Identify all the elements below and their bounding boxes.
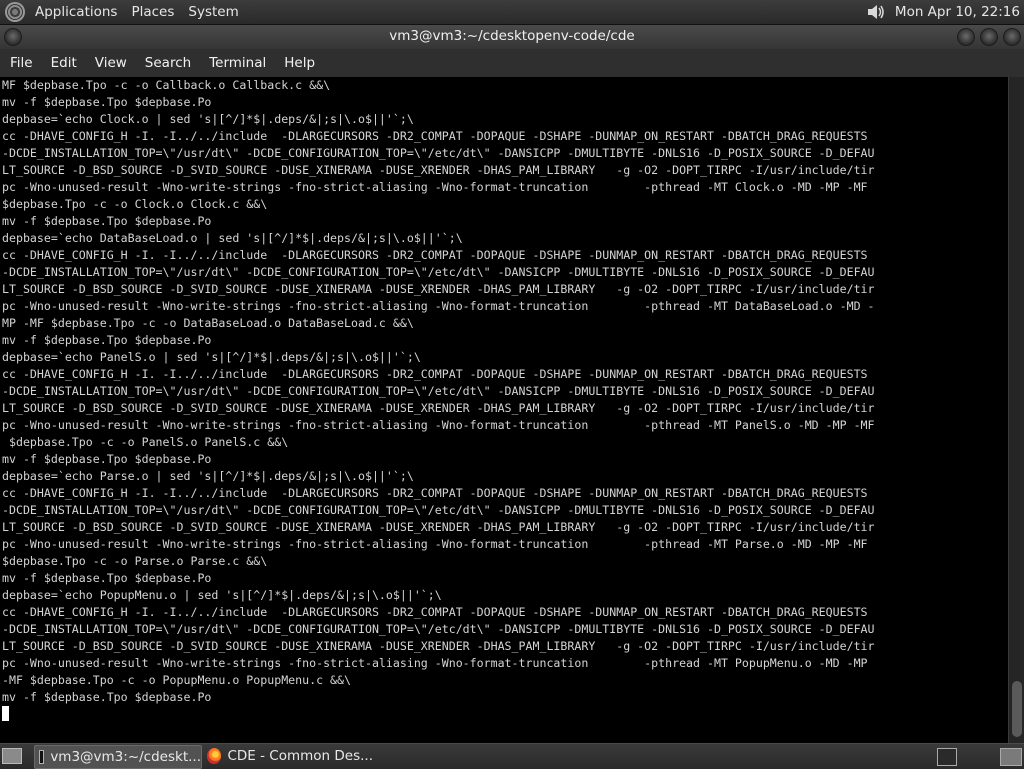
task-firefox-label: CDE - Common Des... bbox=[227, 748, 373, 764]
terminal-icon bbox=[39, 750, 45, 764]
terminal-line: depbase=`echo Parse.o | sed 's|[^/]*$|.d… bbox=[2, 469, 414, 483]
workspace-switcher[interactable] bbox=[1000, 748, 1022, 766]
terminal-line: pc -Wno-unused-result -Wno-write-strings… bbox=[2, 656, 868, 670]
menu-help[interactable]: Help bbox=[275, 55, 324, 71]
terminal-line: -DCDE_INSTALLATION_TOP=\"/usr/dt\" -DCDE… bbox=[2, 384, 875, 398]
terminal-line: depbase=`echo PanelS.o | sed 's|[^/]*$|.… bbox=[2, 350, 421, 364]
bottom-panel: vm3@vm3:~/cdeskt... CDE - Common Des... bbox=[0, 743, 1024, 769]
terminal-prompt-line bbox=[2, 706, 1008, 724]
maximize-button[interactable] bbox=[980, 28, 998, 46]
terminal-line: cc -DHAVE_CONFIG_H -I. -I../../include -… bbox=[2, 248, 868, 262]
scrollbar-thumb[interactable] bbox=[1012, 681, 1022, 737]
terminal-text: MF $depbase.Tpo -c -o Callback.o Callbac… bbox=[0, 77, 1008, 724]
terminal-line: cc -DHAVE_CONFIG_H -I. -I../../include -… bbox=[2, 129, 868, 143]
terminal-line: MF $depbase.Tpo -c -o Callback.o Callbac… bbox=[2, 78, 331, 92]
terminal-line: $depbase.Tpo -c -o PanelS.o PanelS.c &&\ bbox=[2, 435, 289, 449]
terminal-line: -MF $depbase.Tpo -c -o PopupMenu.o Popup… bbox=[2, 673, 352, 687]
menu-view[interactable]: View bbox=[86, 55, 136, 71]
terminal-output-area[interactable]: MF $depbase.Tpo -c -o Callback.o Callbac… bbox=[0, 77, 1008, 743]
terminal-window: vm3@vm3:~/cdesktopenv-code/cde File Edit… bbox=[0, 25, 1024, 743]
terminal-line: mv -f $depbase.Tpo $depbase.Po bbox=[2, 333, 212, 347]
text-cursor bbox=[2, 706, 9, 721]
top-panel: Applications Places System Mon Apr 10, 2… bbox=[0, 0, 1024, 25]
places-menu[interactable]: Places bbox=[125, 4, 182, 20]
terminal-line: LT_SOURCE -D_BSD_SOURCE -D_SVID_SOURCE -… bbox=[2, 639, 875, 653]
terminal-line: cc -DHAVE_CONFIG_H -I. -I../../include -… bbox=[2, 605, 868, 619]
terminal-line: depbase=`echo PopupMenu.o | sed 's|[^/]*… bbox=[2, 588, 442, 602]
task-terminal[interactable]: vm3@vm3:~/cdeskt... bbox=[34, 745, 202, 769]
volume-icon[interactable] bbox=[865, 2, 889, 22]
terminal-line: mv -f $depbase.Tpo $depbase.Po bbox=[2, 571, 212, 585]
window-title: vm3@vm3:~/cdesktopenv-code/cde bbox=[389, 28, 635, 44]
menu-terminal[interactable]: Terminal bbox=[200, 55, 275, 71]
terminal-line: pc -Wno-unused-result -Wno-write-strings… bbox=[2, 418, 875, 432]
terminal-line: LT_SOURCE -D_BSD_SOURCE -D_SVID_SOURCE -… bbox=[2, 520, 875, 534]
terminal-line: depbase=`echo DataBaseLoad.o | sed 's|[^… bbox=[2, 231, 463, 245]
panel-clock[interactable]: Mon Apr 10, 22:16 bbox=[895, 4, 1020, 20]
terminal-line: pc -Wno-unused-result -Wno-write-strings… bbox=[2, 299, 875, 313]
terminal-line: -DCDE_INSTALLATION_TOP=\"/usr/dt\" -DCDE… bbox=[2, 146, 875, 160]
applications-menu[interactable]: Applications bbox=[29, 4, 125, 20]
task-terminal-label: vm3@vm3:~/cdeskt... bbox=[50, 749, 201, 765]
window-titlebar[interactable]: vm3@vm3:~/cdesktopenv-code/cde bbox=[0, 25, 1024, 49]
terminal-line: LT_SOURCE -D_BSD_SOURCE -D_SVID_SOURCE -… bbox=[2, 282, 875, 296]
gnome-foot-logo-icon[interactable] bbox=[5, 2, 25, 22]
terminal-line: mv -f $depbase.Tpo $depbase.Po bbox=[2, 452, 212, 466]
terminal-line: pc -Wno-unused-result -Wno-write-strings… bbox=[2, 180, 868, 194]
terminal-line: mv -f $depbase.Tpo $depbase.Po bbox=[2, 690, 212, 704]
menu-edit[interactable]: Edit bbox=[42, 55, 86, 71]
minimize-button[interactable] bbox=[957, 28, 975, 46]
terminal-line: -DCDE_INSTALLATION_TOP=\"/usr/dt\" -DCDE… bbox=[2, 503, 875, 517]
terminal-line: $depbase.Tpo -c -o Parse.o Parse.c &&\ bbox=[2, 554, 268, 568]
menu-file[interactable]: File bbox=[0, 55, 42, 71]
terminal-line: LT_SOURCE -D_BSD_SOURCE -D_SVID_SOURCE -… bbox=[2, 401, 875, 415]
tray-window-icon[interactable] bbox=[937, 748, 957, 766]
terminal-line: mv -f $depbase.Tpo $depbase.Po bbox=[2, 214, 212, 228]
terminal-line: MP -MF $depbase.Tpo -c -o DataBaseLoad.o… bbox=[2, 316, 414, 330]
system-menu[interactable]: System bbox=[182, 4, 246, 20]
menu-search[interactable]: Search bbox=[136, 55, 200, 71]
close-button[interactable] bbox=[1003, 28, 1021, 46]
terminal-line: $depbase.Tpo -c -o Clock.o Clock.c &&\ bbox=[2, 197, 268, 211]
show-desktop-icon[interactable] bbox=[2, 748, 22, 764]
terminal-line: depbase=`echo Clock.o | sed 's|[^/]*$|.d… bbox=[2, 112, 414, 126]
terminal-line: mv -f $depbase.Tpo $depbase.Po bbox=[2, 95, 212, 109]
terminal-menubar: File Edit View Search Terminal Help bbox=[0, 49, 1024, 77]
terminal-line: cc -DHAVE_CONFIG_H -I. -I../../include -… bbox=[2, 486, 868, 500]
terminal-line: -DCDE_INSTALLATION_TOP=\"/usr/dt\" -DCDE… bbox=[2, 622, 875, 636]
terminal-line: cc -DHAVE_CONFIG_H -I. -I../../include -… bbox=[2, 367, 868, 381]
firefox-icon bbox=[207, 748, 222, 764]
terminal-line: pc -Wno-unused-result -Wno-write-strings… bbox=[2, 537, 868, 551]
terminal-scrollbar[interactable] bbox=[1008, 77, 1024, 743]
task-firefox[interactable]: CDE - Common Des... bbox=[203, 745, 373, 767]
terminal-line: -DCDE_INSTALLATION_TOP=\"/usr/dt\" -DCDE… bbox=[2, 265, 875, 279]
terminal-line: LT_SOURCE -D_BSD_SOURCE -D_SVID_SOURCE -… bbox=[2, 163, 875, 177]
